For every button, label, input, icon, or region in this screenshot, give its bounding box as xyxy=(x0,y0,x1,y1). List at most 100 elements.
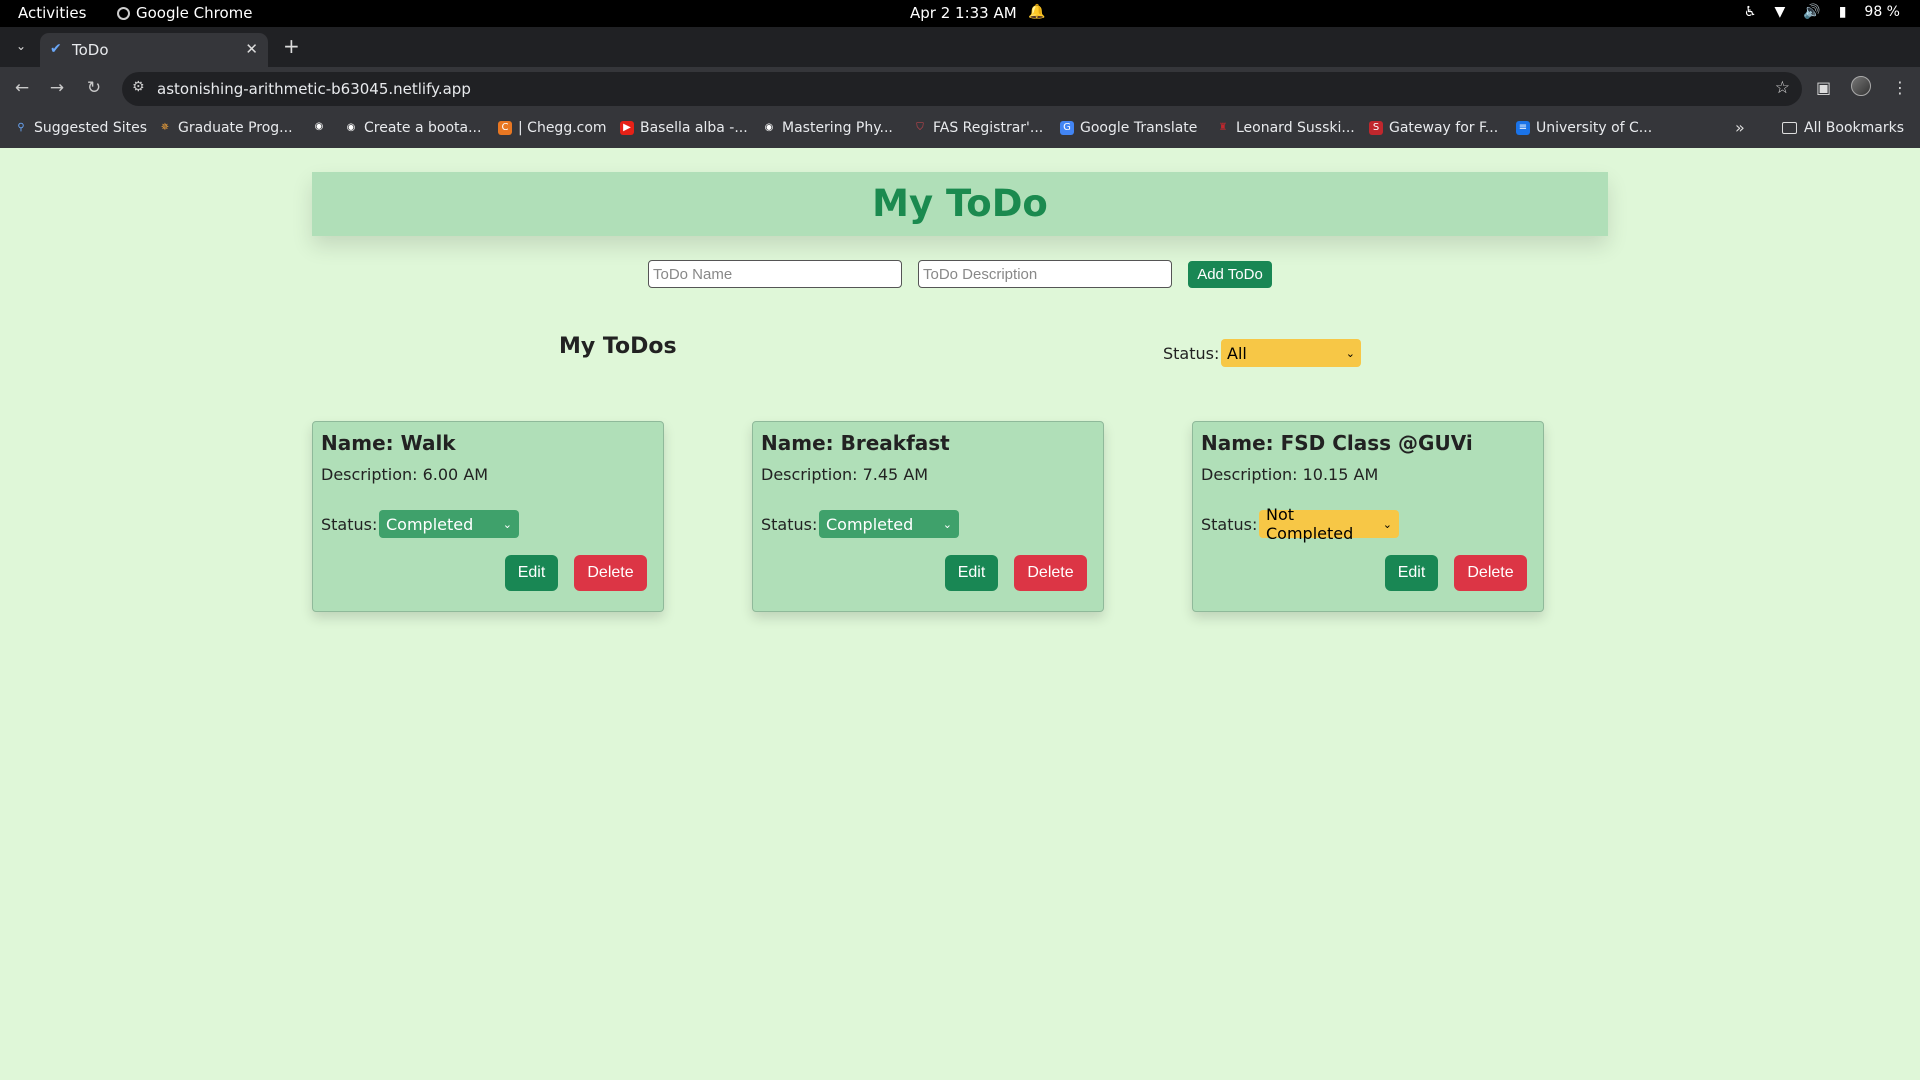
todos-section-title: My ToDos xyxy=(559,334,677,359)
chevron-down-icon: ⌄ xyxy=(502,517,512,531)
university-icon: ≡ xyxy=(1516,121,1530,135)
battery-icon: ▮ xyxy=(1838,4,1847,20)
profile-avatar[interactable] xyxy=(1851,76,1871,96)
todo-description: Description: 6.00 AM xyxy=(321,465,489,484)
new-tab-plus-icon[interactable]: + xyxy=(283,35,300,57)
shield-icon: ⛉ xyxy=(916,122,924,133)
close-tab-icon[interactable]: ✕ xyxy=(245,40,258,58)
delete-button[interactable]: Delete xyxy=(574,555,647,591)
edit-button[interactable]: Edit xyxy=(505,555,558,591)
bookmark-label: Create a boota... xyxy=(364,120,482,136)
bookmark-label: Suggested Sites xyxy=(34,120,148,136)
bookmark-item[interactable]: ◉ xyxy=(312,120,326,134)
bookmark-label: Basella alba -... xyxy=(640,120,748,136)
todo-description: Description: 7.45 AM xyxy=(761,465,929,484)
app-header: My ToDo xyxy=(312,172,1608,236)
todo-status-select[interactable]: Not Completed ⌄ xyxy=(1259,505,1399,543)
add-todo-button[interactable]: Add ToDo xyxy=(1188,261,1272,288)
bookmark-star-icon[interactable]: ☆ xyxy=(1775,78,1790,98)
bookmark-item[interactable]: ◉ Mastering Phy... xyxy=(762,120,893,136)
todo-card: Name: Walk Description: 6.00 AM Status: … xyxy=(312,421,664,612)
chevron-down-icon: ⌄ xyxy=(1345,346,1355,360)
todo-status-value: Not Completed xyxy=(1266,505,1354,543)
bookmark-label: Gateway for F... xyxy=(1389,120,1499,136)
address-bar[interactable]: ⚙ astonishing-arithmetic-b63045.netlify.… xyxy=(122,72,1802,106)
todo-name-input[interactable] xyxy=(648,260,902,288)
volume-icon: 🔊 xyxy=(1803,4,1821,20)
todo-app-page: My ToDo Add ToDo My ToDos Status: All ⌄ … xyxy=(0,148,1920,1080)
todo-name: Name: FSD Class @GUVi xyxy=(1201,431,1473,455)
wifi-icon: ▼ xyxy=(1774,4,1786,20)
globe-icon: ◉ xyxy=(764,122,774,133)
todo-status-value: Completed xyxy=(386,514,474,534)
todo-status-label: Status: xyxy=(761,515,818,534)
accessibility-icon[interactable]: ♿ xyxy=(1744,4,1757,20)
side-panel-icon[interactable]: ▣ xyxy=(1816,78,1831,97)
bookmark-item[interactable]: ✵ Graduate Prog... xyxy=(158,120,293,136)
todo-status-label: Status: xyxy=(1201,515,1258,534)
activities-button[interactable]: Activities xyxy=(18,4,86,22)
globe-icon: ◉ xyxy=(346,122,356,133)
checkmark-favicon-icon: ✔ xyxy=(50,41,62,57)
back-arrow-icon[interactable]: ← xyxy=(12,78,32,98)
bookmark-label: University of C... xyxy=(1536,120,1653,136)
chrome-icon xyxy=(117,6,130,20)
bookmark-item[interactable]: ≡ University of C... xyxy=(1516,120,1652,136)
tab-search-chevron-icon[interactable]: ⌄ xyxy=(10,35,32,57)
todo-name: Name: Breakfast xyxy=(761,431,950,455)
bookmark-label: Graduate Prog... xyxy=(178,120,293,136)
status-filter-select[interactable]: All ⌄ xyxy=(1221,339,1361,367)
edit-button[interactable]: Edit xyxy=(945,555,998,591)
todo-status-value: Completed xyxy=(826,514,914,534)
stanford-icon: ♜ xyxy=(1218,122,1228,133)
delete-button[interactable]: Delete xyxy=(1454,555,1527,591)
folder-icon xyxy=(1782,122,1797,134)
todo-status-select[interactable]: Completed ⌄ xyxy=(819,510,959,538)
active-app-name: Google Chrome xyxy=(136,4,253,22)
bookmark-label: FAS Registrar'... xyxy=(933,120,1044,136)
bookmark-label: Mastering Phy... xyxy=(782,120,893,136)
tab-title: ToDo xyxy=(72,41,109,59)
todo-status-select[interactable]: Completed ⌄ xyxy=(379,510,519,538)
status-filter-value: All xyxy=(1227,343,1247,363)
battery-level: 98 % xyxy=(1864,4,1900,20)
todo-status-label: Status: xyxy=(321,515,378,534)
status-filter-label: Status: xyxy=(1163,344,1220,363)
youtube-icon: ▶ xyxy=(620,121,634,135)
s-logo-icon: S xyxy=(1369,121,1383,135)
bookmark-item[interactable]: ⛉ FAS Registrar'... xyxy=(913,120,1043,136)
bookmark-item[interactable]: C | Chegg.com xyxy=(498,120,607,136)
search-icon: ⚲ xyxy=(17,122,25,133)
bookmark-label: Leonard Susski... xyxy=(1236,120,1355,136)
page-title: My ToDo xyxy=(872,182,1048,225)
tab-todo[interactable]: ✔ ToDo ✕ xyxy=(40,33,268,67)
reload-icon[interactable]: ↻ xyxy=(84,78,104,98)
bookmark-item[interactable]: S Gateway for F... xyxy=(1369,120,1498,136)
edit-button[interactable]: Edit xyxy=(1385,555,1438,591)
forward-arrow-icon[interactable]: → xyxy=(47,78,67,98)
kebab-menu-icon[interactable]: ⋮ xyxy=(1892,78,1908,97)
url-text[interactable]: astonishing-arithmetic-b63045.netlify.ap… xyxy=(157,80,471,98)
all-bookmarks-button[interactable]: All Bookmarks xyxy=(1782,120,1904,136)
bookmarks-bar: ⚲ Suggested Sites ✵ Graduate Prog... ◉ ◉… xyxy=(0,110,1920,148)
chevron-down-icon: ⌄ xyxy=(1382,517,1392,531)
todo-description-input[interactable] xyxy=(918,260,1172,288)
todo-card: Name: FSD Class @GUVi Description: 10.15… xyxy=(1192,421,1544,612)
bookmark-item[interactable]: G Google Translate xyxy=(1060,120,1197,136)
chevron-down-icon: ⌄ xyxy=(942,517,952,531)
todo-description: Description: 10.15 AM xyxy=(1201,465,1379,484)
bookmark-item[interactable]: ♜ Leonard Susski... xyxy=(1216,120,1355,136)
clock[interactable]: Apr 2 1:33 AM xyxy=(910,4,1017,22)
bookmark-item[interactable]: ⚲ Suggested Sites xyxy=(14,120,147,136)
browser-toolbar: ← → ↻ ⚙ astonishing-arithmetic-b63045.ne… xyxy=(0,67,1920,110)
bookmark-item[interactable]: ◉ Create a boota... xyxy=(344,120,482,136)
delete-button[interactable]: Delete xyxy=(1014,555,1087,591)
bookmark-item[interactable]: ▶ Basella alba -... xyxy=(620,120,748,136)
site-info-icon[interactable]: ⚙ xyxy=(132,79,145,95)
google-translate-icon: G xyxy=(1060,121,1074,135)
active-app-indicator[interactable]: Google Chrome xyxy=(117,4,253,22)
system-tray[interactable]: ♿ ▼ 🔊 ▮ 98 % xyxy=(1744,4,1900,20)
star-burst-icon: ✵ xyxy=(160,122,170,133)
todo-name: Name: Walk xyxy=(321,431,456,455)
more-bookmarks-chevron-icon[interactable]: » xyxy=(1735,118,1745,137)
